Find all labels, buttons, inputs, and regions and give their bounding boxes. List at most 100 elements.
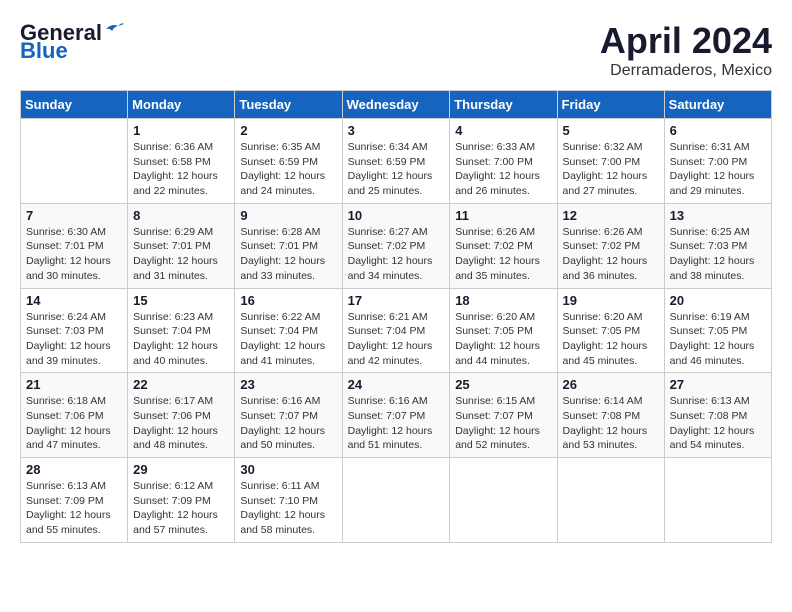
calendar-day-cell xyxy=(342,458,450,543)
calendar-day-cell: 22 Sunrise: 6:17 AM Sunset: 7:06 PM Dayli… xyxy=(128,373,235,458)
calendar-week-row: 21 Sunrise: 6:18 AM Sunset: 7:06 PM Dayli… xyxy=(21,373,772,458)
calendar-day-cell: 28 Sunrise: 6:13 AM Sunset: 7:09 PM Dayli… xyxy=(21,458,128,543)
day-of-week-header: Tuesday xyxy=(235,91,342,119)
day-info: Sunrise: 6:19 AM Sunset: 7:05 PM Dayligh… xyxy=(670,310,766,369)
day-info: Sunrise: 6:28 AM Sunset: 7:01 PM Dayligh… xyxy=(240,225,336,284)
calendar-day-cell: 20Sunrise: 6:19 AM Sunset: 7:05 PM Dayli… xyxy=(664,288,771,373)
calendar-day-cell: 5 Sunrise: 6:32 AM Sunset: 7:00 PM Daylig… xyxy=(557,119,664,204)
calendar-day-cell: 15Sunrise: 6:23 AM Sunset: 7:04 PM Dayli… xyxy=(128,288,235,373)
day-number: 26 xyxy=(563,377,659,392)
day-info: Sunrise: 6:18 AM Sunset: 7:06 PM Dayligh… xyxy=(26,394,122,453)
calendar-day-cell: 8Sunrise: 6:29 AM Sunset: 7:01 PM Daylig… xyxy=(128,203,235,288)
day-number: 21 xyxy=(26,377,122,392)
day-number: 18 xyxy=(455,293,551,308)
day-info: Sunrise: 6:20 AM Sunset: 7:05 PM Dayligh… xyxy=(455,310,551,369)
calendar-day-cell: 9 Sunrise: 6:28 AM Sunset: 7:01 PM Daylig… xyxy=(235,203,342,288)
day-info: Sunrise: 6:25 AM Sunset: 7:03 PM Dayligh… xyxy=(670,225,766,284)
calendar-day-cell: 27 Sunrise: 6:13 AM Sunset: 7:08 PM Dayli… xyxy=(664,373,771,458)
calendar-day-cell: 24 Sunrise: 6:16 AM Sunset: 7:07 PM Dayli… xyxy=(342,373,450,458)
day-number: 16 xyxy=(240,293,336,308)
day-number: 29 xyxy=(133,462,229,477)
day-info: Sunrise: 6:22 AM Sunset: 7:04 PM Dayligh… xyxy=(240,310,336,369)
day-info: Sunrise: 6:34 AM Sunset: 6:59 PM Dayligh… xyxy=(348,140,445,199)
calendar-day-cell: 18 Sunrise: 6:20 AM Sunset: 7:05 PM Dayli… xyxy=(450,288,557,373)
day-number: 4 xyxy=(455,123,551,138)
day-number: 12 xyxy=(563,208,659,223)
calendar-title: April 2024 xyxy=(600,20,772,62)
day-number: 25 xyxy=(455,377,551,392)
calendar-day-cell: 11 Sunrise: 6:26 AM Sunset: 7:02 PM Dayli… xyxy=(450,203,557,288)
title-block: April 2024 Derramaderos, Mexico xyxy=(600,20,772,80)
day-number: 19 xyxy=(563,293,659,308)
day-info: Sunrise: 6:13 AM Sunset: 7:08 PM Dayligh… xyxy=(670,394,766,453)
day-number: 7 xyxy=(26,208,122,223)
logo-text-blue: Blue xyxy=(20,38,68,64)
day-of-week-header: Wednesday xyxy=(342,91,450,119)
calendar-day-cell: 7Sunrise: 6:30 AM Sunset: 7:01 PM Daylig… xyxy=(21,203,128,288)
day-info: Sunrise: 6:23 AM Sunset: 7:04 PM Dayligh… xyxy=(133,310,229,369)
day-info: Sunrise: 6:11 AM Sunset: 7:10 PM Dayligh… xyxy=(240,479,336,538)
day-info: Sunrise: 6:26 AM Sunset: 7:02 PM Dayligh… xyxy=(455,225,551,284)
day-info: Sunrise: 6:13 AM Sunset: 7:09 PM Dayligh… xyxy=(26,479,122,538)
day-number: 9 xyxy=(240,208,336,223)
calendar-day-cell: 4 Sunrise: 6:33 AM Sunset: 7:00 PM Daylig… xyxy=(450,119,557,204)
day-number: 14 xyxy=(26,293,122,308)
day-info: Sunrise: 6:15 AM Sunset: 7:07 PM Dayligh… xyxy=(455,394,551,453)
day-info: Sunrise: 6:32 AM Sunset: 7:00 PM Dayligh… xyxy=(563,140,659,199)
day-of-week-header: Monday xyxy=(128,91,235,119)
day-info: Sunrise: 6:24 AM Sunset: 7:03 PM Dayligh… xyxy=(26,310,122,369)
day-info: Sunrise: 6:29 AM Sunset: 7:01 PM Dayligh… xyxy=(133,225,229,284)
calendar-day-cell: 16 Sunrise: 6:22 AM Sunset: 7:04 PM Dayli… xyxy=(235,288,342,373)
day-info: Sunrise: 6:21 AM Sunset: 7:04 PM Dayligh… xyxy=(348,310,445,369)
day-info: Sunrise: 6:16 AM Sunset: 7:07 PM Dayligh… xyxy=(348,394,445,453)
day-info: Sunrise: 6:14 AM Sunset: 7:08 PM Dayligh… xyxy=(563,394,659,453)
calendar-day-cell: 3Sunrise: 6:34 AM Sunset: 6:59 PM Daylig… xyxy=(342,119,450,204)
calendar-header-row: SundayMondayTuesdayWednesdayThursdayFrid… xyxy=(21,91,772,119)
day-number: 28 xyxy=(26,462,122,477)
calendar-day-cell xyxy=(664,458,771,543)
day-of-week-header: Friday xyxy=(557,91,664,119)
day-info: Sunrise: 6:17 AM Sunset: 7:06 PM Dayligh… xyxy=(133,394,229,453)
day-number: 23 xyxy=(240,377,336,392)
day-info: Sunrise: 6:36 AM Sunset: 6:58 PM Dayligh… xyxy=(133,140,229,199)
calendar-subtitle: Derramaderos, Mexico xyxy=(600,62,772,80)
calendar-day-cell: 29 Sunrise: 6:12 AM Sunset: 7:09 PM Dayli… xyxy=(128,458,235,543)
calendar-day-cell: 1Sunrise: 6:36 AM Sunset: 6:58 PM Daylig… xyxy=(128,119,235,204)
logo-bird-icon xyxy=(104,21,124,37)
calendar-day-cell xyxy=(557,458,664,543)
calendar-day-cell xyxy=(450,458,557,543)
day-number: 13 xyxy=(670,208,766,223)
day-number: 11 xyxy=(455,208,551,223)
day-number: 10 xyxy=(348,208,445,223)
calendar-week-row: 7Sunrise: 6:30 AM Sunset: 7:01 PM Daylig… xyxy=(21,203,772,288)
calendar-day-cell: 10 Sunrise: 6:27 AM Sunset: 7:02 PM Dayli… xyxy=(342,203,450,288)
day-info: Sunrise: 6:33 AM Sunset: 7:00 PM Dayligh… xyxy=(455,140,551,199)
day-info: Sunrise: 6:31 AM Sunset: 7:00 PM Dayligh… xyxy=(670,140,766,199)
day-number: 27 xyxy=(670,377,766,392)
calendar-day-cell: 30Sunrise: 6:11 AM Sunset: 7:10 PM Dayli… xyxy=(235,458,342,543)
calendar-day-cell: 21 Sunrise: 6:18 AM Sunset: 7:06 PM Dayli… xyxy=(21,373,128,458)
day-number: 24 xyxy=(348,377,445,392)
logo: General Blue xyxy=(20,20,124,64)
calendar-day-cell: 25 Sunrise: 6:15 AM Sunset: 7:07 PM Dayli… xyxy=(450,373,557,458)
calendar-day-cell: 13 Sunrise: 6:25 AM Sunset: 7:03 PM Dayli… xyxy=(664,203,771,288)
calendar-week-row: 1Sunrise: 6:36 AM Sunset: 6:58 PM Daylig… xyxy=(21,119,772,204)
day-info: Sunrise: 6:12 AM Sunset: 7:09 PM Dayligh… xyxy=(133,479,229,538)
day-info: Sunrise: 6:26 AM Sunset: 7:02 PM Dayligh… xyxy=(563,225,659,284)
calendar-day-cell: 6 Sunrise: 6:31 AM Sunset: 7:00 PM Daylig… xyxy=(664,119,771,204)
calendar-day-cell: 12 Sunrise: 6:26 AM Sunset: 7:02 PM Dayli… xyxy=(557,203,664,288)
day-info: Sunrise: 6:16 AM Sunset: 7:07 PM Dayligh… xyxy=(240,394,336,453)
day-info: Sunrise: 6:27 AM Sunset: 7:02 PM Dayligh… xyxy=(348,225,445,284)
day-number: 5 xyxy=(563,123,659,138)
day-number: 6 xyxy=(670,123,766,138)
day-number: 17 xyxy=(348,293,445,308)
calendar-day-cell: 19 Sunrise: 6:20 AM Sunset: 7:05 PM Dayli… xyxy=(557,288,664,373)
calendar-week-row: 14 Sunrise: 6:24 AM Sunset: 7:03 PM Dayli… xyxy=(21,288,772,373)
calendar-day-cell: 26 Sunrise: 6:14 AM Sunset: 7:08 PM Dayli… xyxy=(557,373,664,458)
calendar-day-cell: 17 Sunrise: 6:21 AM Sunset: 7:04 PM Dayli… xyxy=(342,288,450,373)
day-of-week-header: Saturday xyxy=(664,91,771,119)
day-info: Sunrise: 6:35 AM Sunset: 6:59 PM Dayligh… xyxy=(240,140,336,199)
day-of-week-header: Sunday xyxy=(21,91,128,119)
day-number: 22 xyxy=(133,377,229,392)
day-info: Sunrise: 6:20 AM Sunset: 7:05 PM Dayligh… xyxy=(563,310,659,369)
